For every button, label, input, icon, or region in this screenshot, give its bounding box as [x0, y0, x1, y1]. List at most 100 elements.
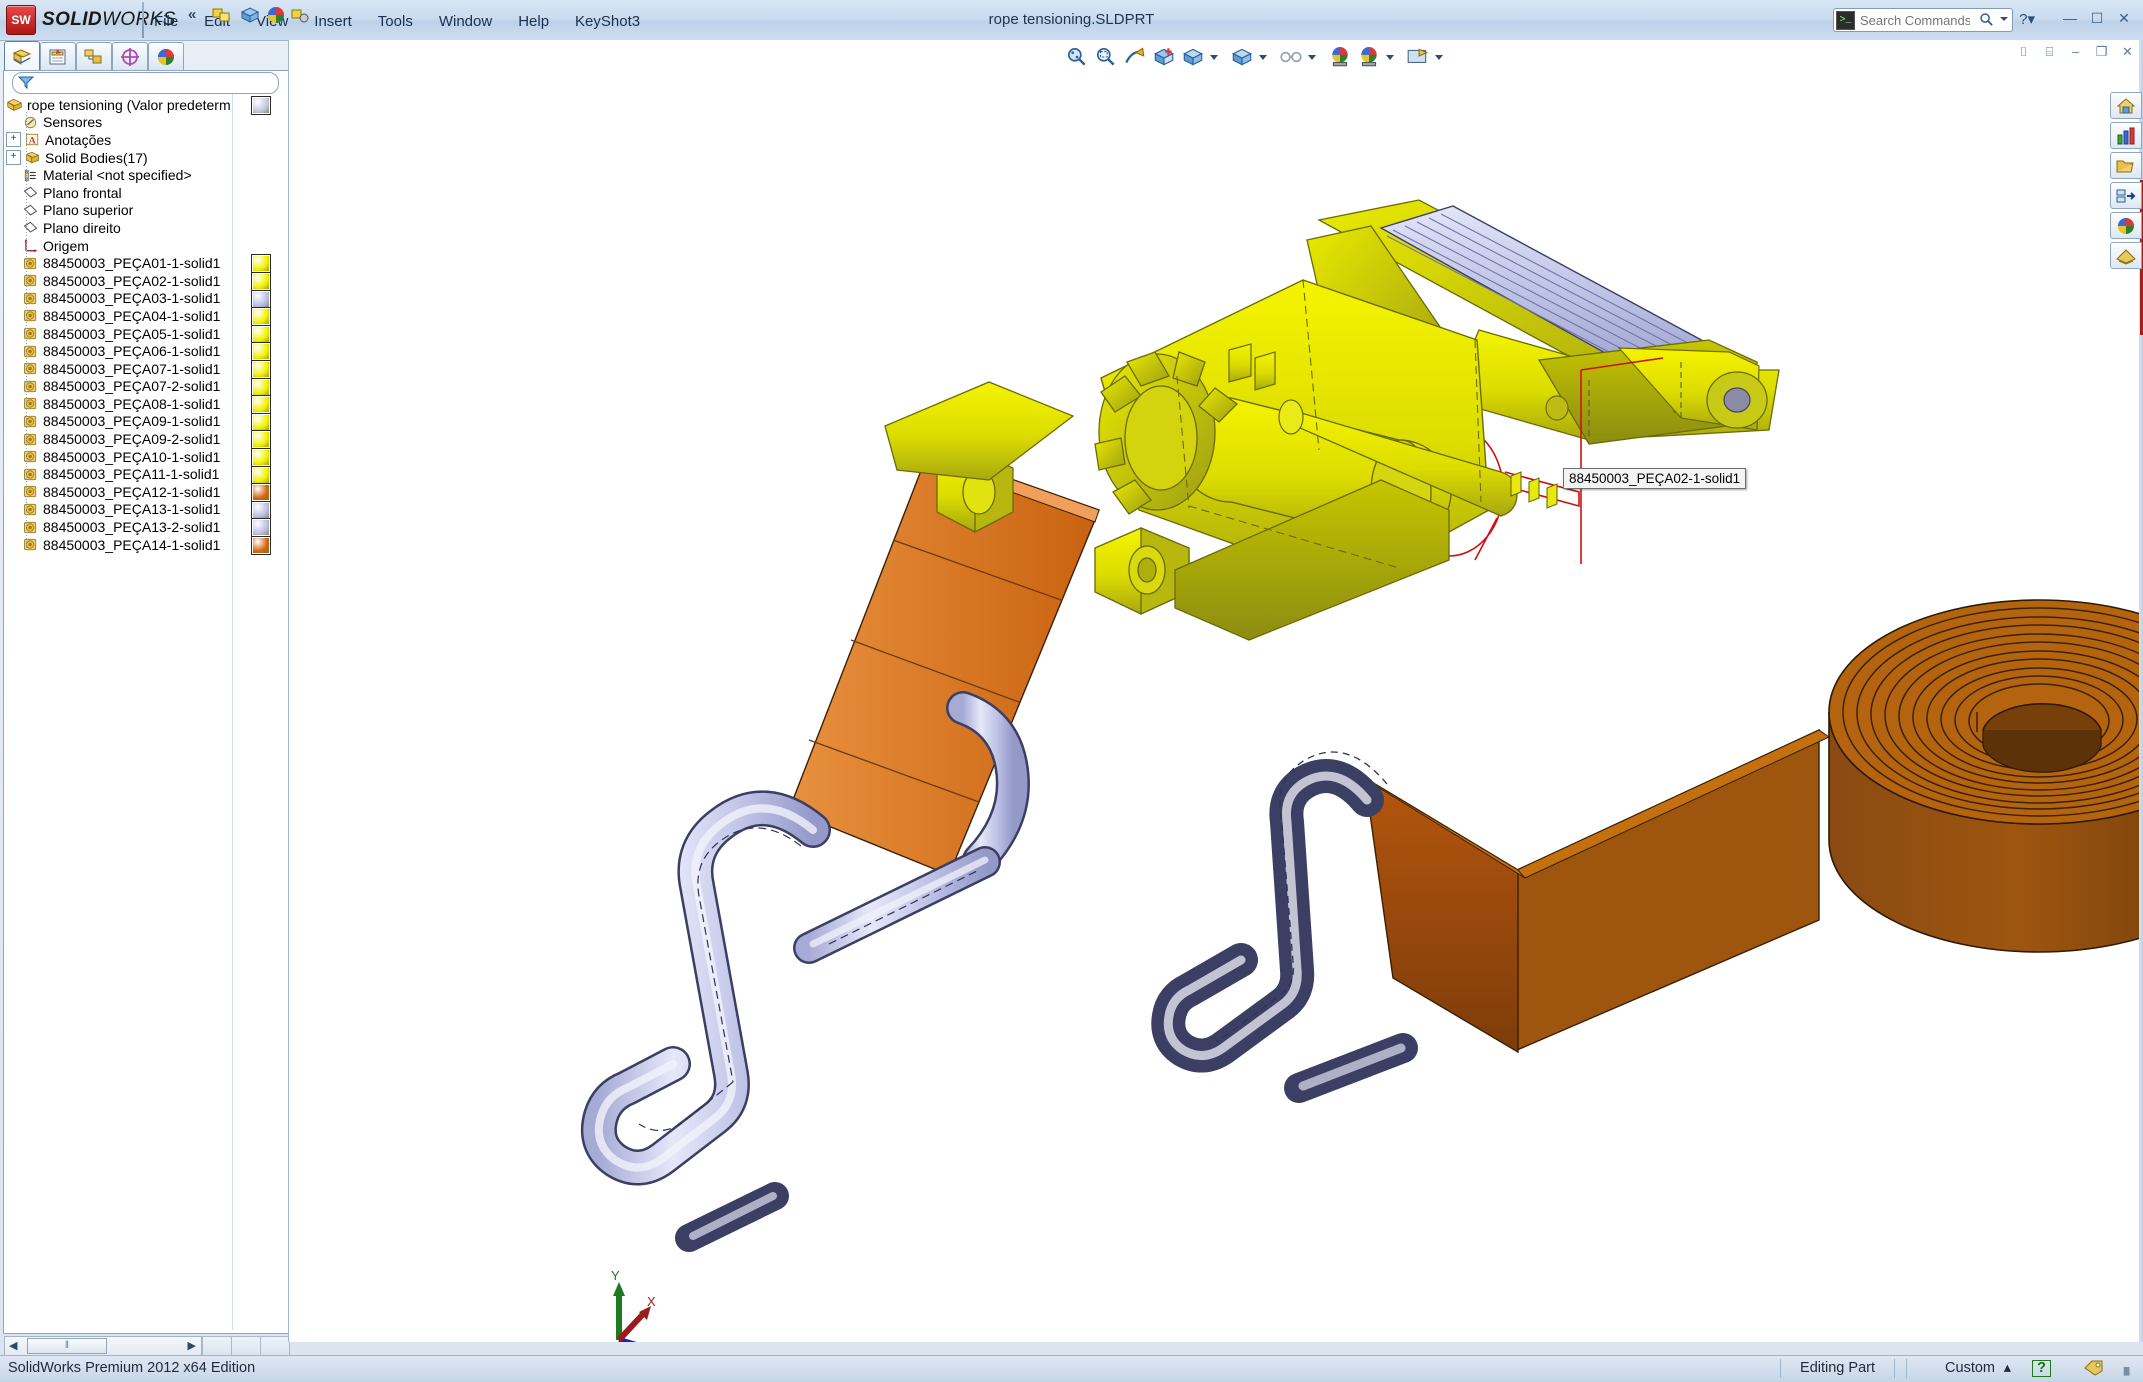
tree-item-label: 88450003_PEÇA08-1-solid1 [43, 396, 220, 412]
hide-show-tree-items-icon[interactable] [208, 3, 236, 27]
tree-item-anotacoes[interactable]: + A Anotações [6, 131, 281, 149]
svg-text:X: X [647, 1294, 656, 1309]
tree-horizontal-scrollbar[interactable]: ◀ ‖ ▶ [4, 1336, 202, 1356]
view-palette-home-icon [2115, 96, 2137, 116]
tree-item-label: 88450003_PEÇA09-2-solid1 [43, 431, 220, 447]
tag-icon[interactable] [2084, 1360, 2103, 1380]
status-help-badge[interactable]: ? [2032, 1360, 2051, 1377]
view-cube-icon[interactable] [236, 3, 264, 27]
tree-item-label: 88450003_PEÇA10-1-solid1 [43, 449, 220, 465]
tree-item-body-peca10-1[interactable]: 88450003_PEÇA10-1-solid1 [6, 448, 281, 466]
body-icon [22, 432, 39, 447]
tree-item-body-peca09-1[interactable]: 88450003_PEÇA09-1-solid1 [6, 413, 281, 431]
search-commands-box[interactable]: >_ [1833, 8, 2013, 32]
design-library-icon [2115, 126, 2137, 146]
body-icon [22, 273, 39, 288]
restore-icon[interactable]: ☐ [2086, 8, 2108, 28]
scroll-left-arrow-icon[interactable]: ◀ [9, 1339, 17, 1352]
tree-item-body-peca03-1[interactable]: 88450003_PEÇA03-1-solid1 [6, 290, 281, 308]
body-icon [22, 396, 39, 411]
tree-item-body-peca05-1[interactable]: 88450003_PEÇA05-1-solid1 [6, 325, 281, 343]
design-library-button[interactable] [2110, 122, 2142, 149]
tree-item-body-peca13-2[interactable]: 88450003_PEÇA13-2-solid1 [6, 518, 281, 536]
tree-item-label: 88450003_PEÇA13-2-solid1 [43, 519, 220, 535]
custom-properties-icon [2115, 246, 2137, 266]
appearances-icon[interactable] [286, 3, 314, 27]
tree-item-body-peca07-1[interactable]: 88450003_PEÇA07-1-solid1 [6, 360, 281, 378]
tree-item-part-root[interactable]: rope tensioning (Valor predeterm [6, 96, 281, 114]
tree-item-plano-frontal[interactable]: Plano frontal [6, 184, 281, 202]
tree-item-body-peca04-1[interactable]: 88450003_PEÇA04-1-solid1 [6, 307, 281, 325]
svg-text:Y: Y [611, 1268, 620, 1283]
scroll-right-arrow-icon[interactable]: ▶ [188, 1339, 196, 1352]
tab-dimxpert-manager[interactable] [112, 42, 148, 70]
tree-item-label: Material <not specified> [43, 167, 192, 183]
dimxpert-icon [119, 47, 141, 67]
tree-item-label: Anotações [45, 132, 111, 148]
tree-item-label: 88450003_PEÇA11-1-solid1 [43, 466, 219, 482]
status-units[interactable]: Custom [1945, 1360, 1995, 1376]
minimize-icon[interactable]: — [2059, 8, 2081, 28]
help-question-icon[interactable]: ?▾ [2019, 10, 2035, 28]
tree-item-body-peca08-1[interactable]: 88450003_PEÇA08-1-solid1 [6, 395, 281, 413]
units-caret-icon[interactable]: ▴ [2004, 1360, 2011, 1376]
custom-properties-button[interactable] [2110, 242, 2142, 269]
file-explorer-button[interactable] [2110, 152, 2142, 179]
expand-toggle[interactable]: + [6, 132, 21, 147]
material-icon [22, 168, 39, 183]
model-3d-view[interactable]: Y Z X [289, 40, 2143, 1342]
sensors-icon [22, 115, 39, 130]
tree-item-label: 88450003_PEÇA14-1-solid1 [43, 537, 220, 553]
tab-feature-manager-design-tree[interactable] [4, 41, 40, 71]
body-tooltip: 88450003_PEÇA02-1-solid1 [1563, 468, 1746, 489]
close-icon[interactable]: ✕ [2113, 8, 2135, 28]
title-bar: SW SOLIDWORKS FileEditViewInsertToolsWin… [0, 0, 2143, 41]
configuration-manager-icon [83, 47, 105, 67]
graphics-area[interactable]: ⌷⌸–❐✕ [288, 40, 2143, 1342]
scroll-thumb[interactable]: ‖ [27, 1338, 107, 1354]
tree-item-body-peca07-2[interactable]: 88450003_PEÇA07-2-solid1 [6, 378, 281, 396]
tree-item-body-peca09-2[interactable]: 88450003_PEÇA09-2-solid1 [6, 430, 281, 448]
plane-icon [22, 220, 39, 235]
tree-item-sensores[interactable]: Sensores [6, 114, 281, 132]
feature-tree-icon [11, 47, 33, 67]
view-palette-home-button[interactable] [2110, 92, 2142, 119]
tree-item-body-peca01-1[interactable]: 88450003_PEÇA01-1-solid1 [6, 254, 281, 272]
body-icon [22, 414, 39, 429]
double-chevron-left-icon[interactable]: « [188, 6, 196, 23]
body-icon [22, 326, 39, 341]
svg-text:A: A [29, 136, 36, 147]
tree-item-label: 88450003_PEÇA13-1-solid1 [43, 501, 220, 517]
tree-item-body-peca14-1[interactable]: 88450003_PEÇA14-1-solid1 [6, 536, 281, 554]
tree-item-plano-superior[interactable]: Plano superior [6, 202, 281, 220]
tab-configuration-manager[interactable] [76, 42, 112, 70]
right-task-pane-buttons [2110, 92, 2143, 272]
tree-item-body-peca02-1[interactable]: 88450003_PEÇA02-1-solid1 [6, 272, 281, 290]
body-icon [22, 484, 39, 499]
tree-item-body-peca11-1[interactable]: 88450003_PEÇA11-1-solid1 [6, 465, 281, 483]
body-icon [22, 379, 39, 394]
tree-item-solid-bodies[interactable]: +Solid Bodies(17) [6, 149, 281, 167]
tree-item-material[interactable]: Material <not specified> [6, 166, 281, 184]
tree-item-plano-direito[interactable]: Plano direito [6, 219, 281, 237]
resize-grip-icon[interactable]: ▖ [2124, 1360, 2135, 1376]
tree-item-body-peca13-1[interactable]: 88450003_PEÇA13-1-solid1 [6, 501, 281, 519]
search-input[interactable] [1858, 11, 1972, 30]
feature-manager-design-tree: rope tensioning (Valor predetermSensores… [6, 96, 281, 553]
tab-display-manager[interactable] [148, 42, 184, 70]
body-icon [22, 520, 39, 535]
tree-item-origem[interactable]: Origem [6, 237, 281, 255]
tab-property-manager[interactable] [40, 42, 76, 70]
body-icon [22, 537, 39, 552]
tree-item-label: 88450003_PEÇA12-1-solid1 [43, 484, 220, 500]
search-icon [1979, 12, 1994, 27]
tree-item-body-peca12-1[interactable]: 88450003_PEÇA12-1-solid1 [6, 483, 281, 501]
appearances-scenes-button[interactable] [2110, 212, 2142, 239]
body-icon [22, 467, 39, 482]
search-properties-button[interactable] [2110, 182, 2142, 209]
command-prompt-icon: >_ [1836, 11, 1855, 30]
expand-toggle[interactable]: + [6, 150, 21, 165]
tree-item-body-peca06-1[interactable]: 88450003_PEÇA06-1-solid1 [6, 342, 281, 360]
search-dropdown-icon[interactable] [2000, 17, 2008, 21]
feature-tree-filter[interactable] [12, 72, 279, 94]
